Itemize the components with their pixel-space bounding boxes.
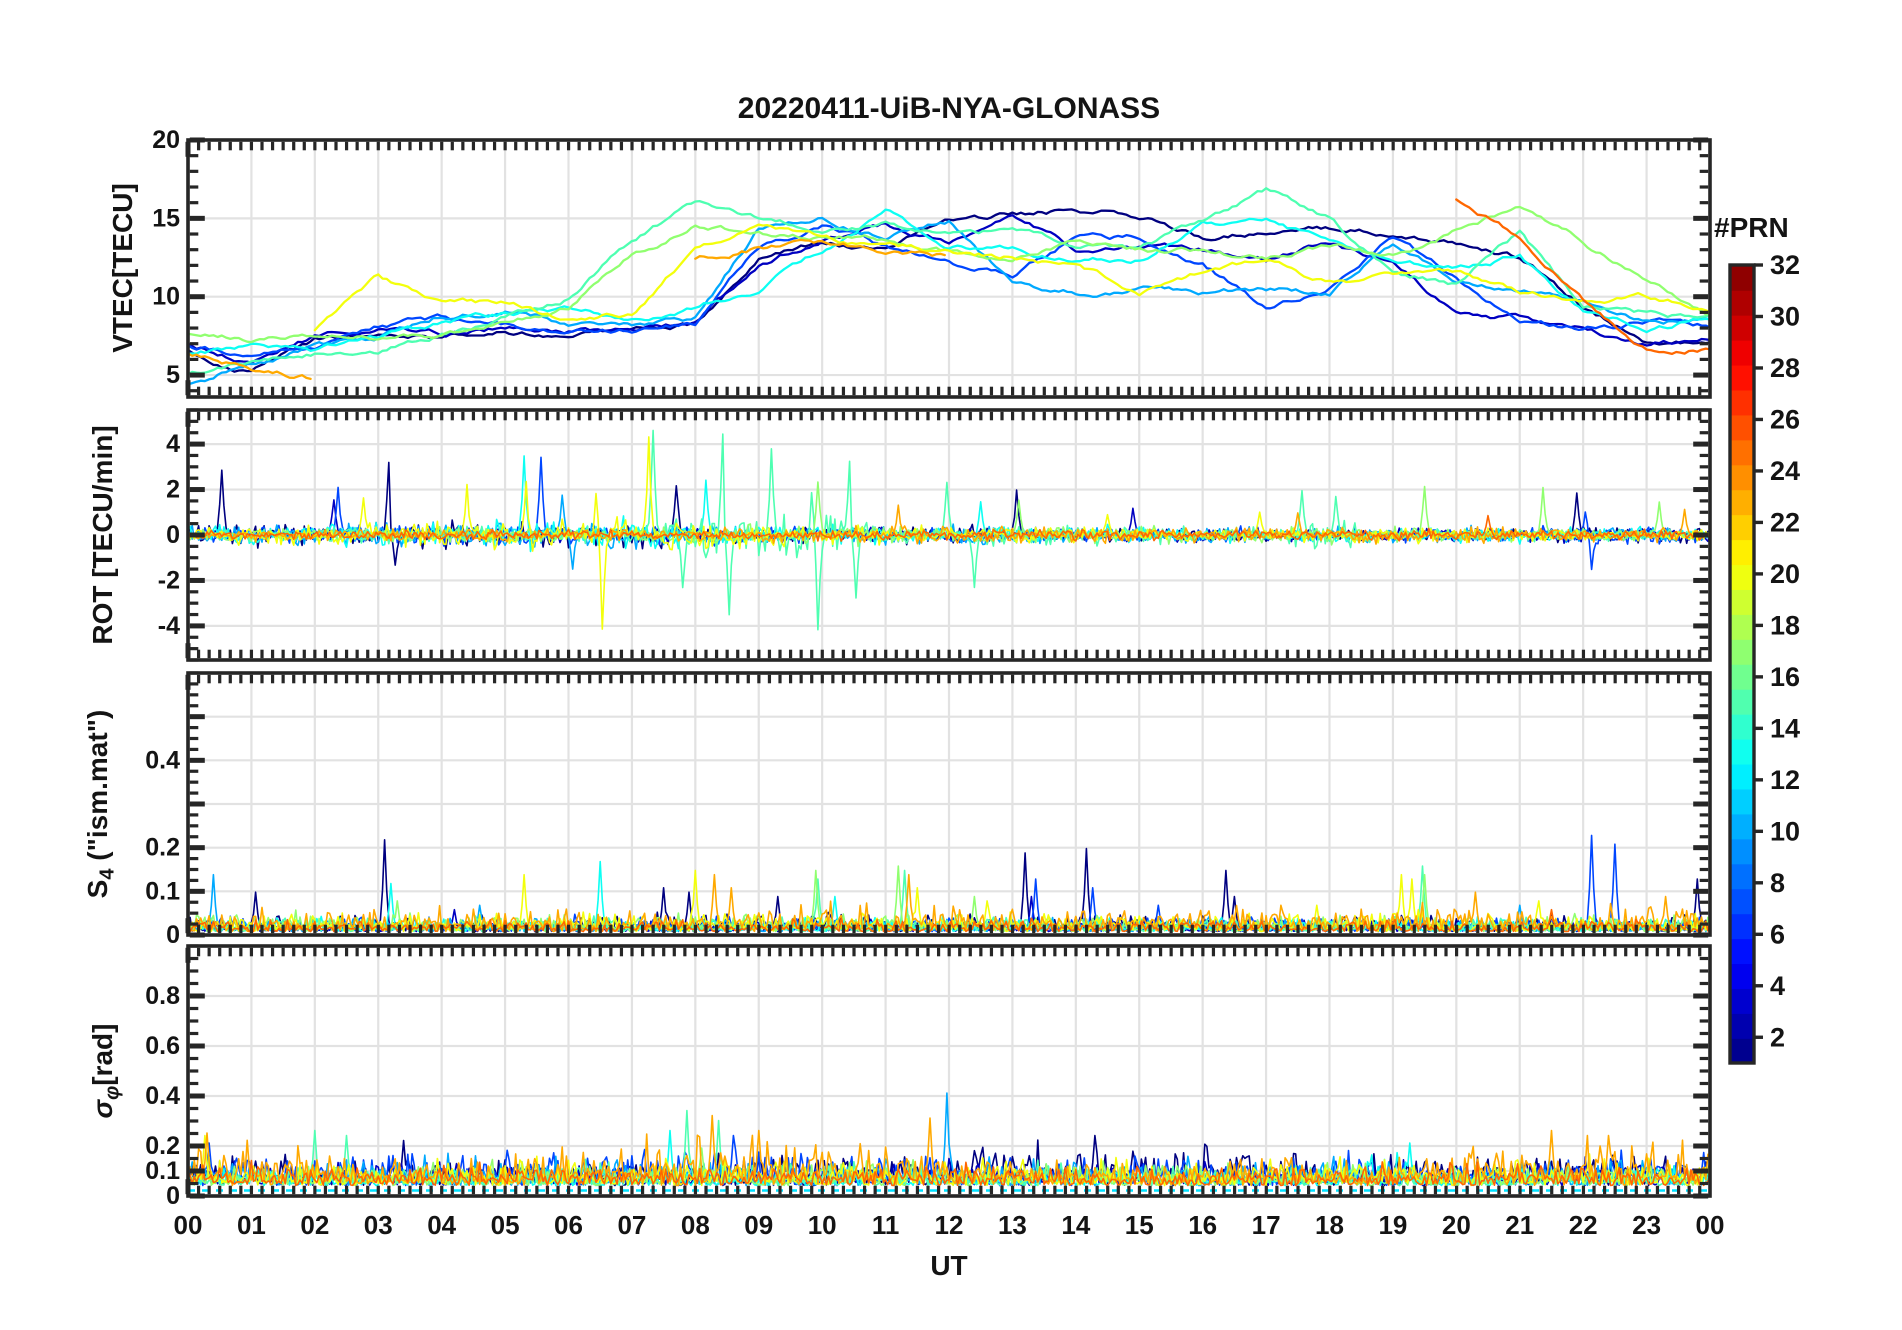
colorbar-step (1730, 339, 1754, 366)
colorbar-step (1730, 364, 1754, 391)
colorbar-step (1730, 439, 1754, 466)
y-tick-label: 0.1 (145, 1157, 180, 1185)
colorbar-step (1730, 863, 1754, 890)
colorbar-tick-label: 20 (1770, 559, 1800, 589)
colorbar-step (1730, 639, 1754, 665)
x-tick-label: 13 (998, 1210, 1027, 1240)
y-tick-label: 15 (152, 204, 180, 232)
x-tick-label: 17 (1252, 1210, 1281, 1240)
x-tick-label: 00 (174, 1210, 203, 1240)
colorbar-step (1730, 688, 1754, 715)
colorbar-step (1730, 414, 1754, 441)
colorbar-tick-label: 2 (1770, 1022, 1785, 1052)
x-tick-label: 09 (744, 1210, 773, 1240)
x-tick-label: 08 (681, 1210, 710, 1240)
y-tick-label: 0 (166, 921, 180, 949)
colorbar-step (1730, 664, 1754, 690)
x-tick-label: 19 (1378, 1210, 1407, 1240)
colorbar-tick-label: 22 (1770, 507, 1800, 537)
y-tick-label: 0 (166, 1182, 180, 1210)
colorbar-step (1730, 913, 1754, 940)
colorbar-step (1730, 314, 1754, 341)
colorbar-tick-label: 24 (1770, 456, 1800, 486)
colorbar-step (1730, 988, 1754, 1014)
colorbar-step (1730, 514, 1754, 541)
x-tick-label: 11 (872, 1210, 900, 1240)
colorbar-tick-label: 30 (1770, 301, 1800, 331)
x-tick-label: 05 (491, 1210, 520, 1240)
colorbar-tick-label: 6 (1770, 919, 1785, 949)
colorbar-tick-label: 8 (1770, 868, 1785, 898)
s4-panel: 0 0.1 0.2 0.4 (145, 671, 1712, 949)
x-tick-label: 14 (1061, 1210, 1090, 1240)
colorbar-step (1730, 713, 1754, 740)
colorbar-tick-label: 12 (1770, 765, 1800, 795)
colorbar-step (1730, 1013, 1754, 1039)
colorbar-tick-label: 16 (1770, 662, 1800, 692)
colorbar-step (1730, 564, 1754, 590)
x-tick-label: 21 (1505, 1210, 1534, 1240)
colorbar-step (1730, 265, 1754, 291)
y-tick-label: 20 (152, 126, 180, 154)
x-tick-label: 22 (1569, 1210, 1598, 1240)
y-tick-label: 0.2 (145, 834, 180, 862)
y-tick-label: 4 (166, 430, 180, 458)
y-tick-label: 0.4 (145, 746, 180, 774)
x-tick-label: 15 (1125, 1210, 1154, 1240)
colorbar-step (1730, 464, 1754, 491)
colorbar-tick-label: 26 (1770, 404, 1800, 434)
colorbar-step (1730, 788, 1754, 815)
x-tick-label: 01 (237, 1210, 266, 1240)
vtec-panel: 5 10 15 20 (152, 126, 1712, 399)
x-tick-label: 10 (808, 1210, 837, 1240)
y-tick-label: 0.2 (145, 1132, 180, 1160)
colorbar-tick-label: 10 (1770, 816, 1800, 846)
x-tick-label: 04 (427, 1210, 456, 1240)
x-tick-label: 23 (1632, 1210, 1661, 1240)
sigphi-panel: 00.10.2 0.4 0.6 0.8 (145, 944, 1712, 1210)
chart-canvas: 5101520-4-202400.10.20.400.10.20.40.60.8… (145, 126, 1800, 1240)
x-tick-label: 02 (300, 1210, 329, 1240)
y-tick-label: 0.1 (145, 877, 180, 905)
y-tick-label: 0 (166, 521, 180, 549)
x-tick-label: 00 (1696, 1210, 1725, 1240)
prn-colorbar: 2468101214161820222426283032 (1728, 250, 1800, 1065)
colorbar-step (1730, 738, 1754, 765)
x-tick-label: 07 (617, 1210, 646, 1240)
x-tick-label: 06 (554, 1210, 583, 1240)
y-tick-label: -4 (158, 612, 180, 640)
x-tick-label: 03 (364, 1210, 393, 1240)
colorbar-step (1730, 963, 1754, 989)
colorbar-tick-label: 18 (1770, 610, 1800, 640)
colorbar-step (1730, 289, 1754, 316)
y-tick-label: 5 (166, 361, 180, 389)
y-tick-label: 10 (152, 283, 180, 311)
colorbar-step (1730, 389, 1754, 416)
colorbar-step (1730, 888, 1754, 915)
y-tick-label: 0.4 (145, 1082, 180, 1110)
x-tick-label: 20 (1442, 1210, 1471, 1240)
colorbar-step (1730, 614, 1754, 640)
colorbar-tick-label: 28 (1770, 353, 1800, 383)
colorbar-step (1730, 539, 1754, 566)
x-tick-label: 16 (1188, 1210, 1217, 1240)
colorbar-step (1730, 838, 1754, 865)
rot-panel: -4 -2 0 2 4 (158, 408, 1712, 662)
screenshot-root: 20220411-UiB-NYA-GLONASS VTEC[TECU] ROT … (0, 0, 1902, 1330)
y-tick-label: 0.6 (145, 1032, 180, 1060)
colorbar-step (1730, 1038, 1754, 1064)
colorbar-tick-label: 14 (1770, 713, 1800, 743)
y-tick-label: 0.8 (145, 982, 180, 1010)
x-tick-label: 12 (935, 1210, 964, 1240)
colorbar-step (1730, 489, 1754, 516)
colorbar-tick-label: 32 (1770, 250, 1800, 280)
colorbar-step (1730, 813, 1754, 840)
colorbar-step (1730, 763, 1754, 790)
x-tick-label: 18 (1315, 1210, 1344, 1240)
y-tick-label: -2 (158, 566, 180, 594)
colorbar-step (1730, 589, 1754, 615)
y-tick-label: 2 (166, 476, 180, 504)
colorbar-step (1730, 938, 1754, 965)
colorbar-tick-label: 4 (1770, 971, 1785, 1001)
